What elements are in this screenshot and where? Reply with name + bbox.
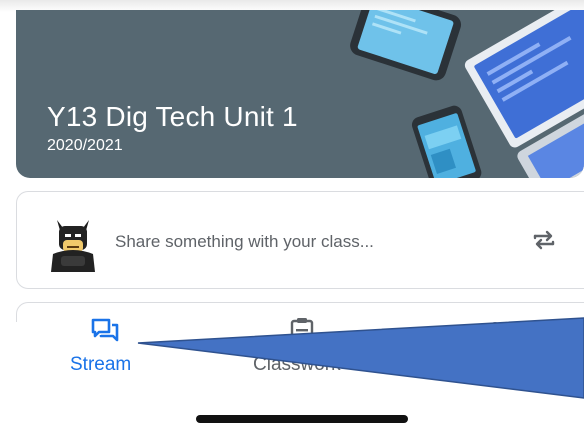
class-title: Y13 Dig Tech Unit 1 — [47, 101, 298, 132]
share-with-class-card[interactable]: Share something with your class... — [16, 191, 584, 289]
class-banner[interactable]: Y13 Dig Tech Unit 1 2020/2021 — [16, 10, 584, 178]
nav-classwork-label[interactable]: Classwork — [253, 354, 341, 376]
batman-avatar-icon — [51, 220, 95, 272]
class-year: 2020/2021 — [47, 137, 123, 154]
repost-icon[interactable] — [529, 225, 559, 255]
nav-stream-label[interactable]: Stream — [70, 354, 131, 376]
home-indicator[interactable] — [196, 415, 408, 423]
classwork-icon[interactable] — [287, 316, 317, 346]
stream-icon[interactable] — [90, 316, 120, 346]
share-placeholder-text: Share something with your class... — [115, 232, 374, 251]
people-icon[interactable] — [484, 316, 514, 346]
